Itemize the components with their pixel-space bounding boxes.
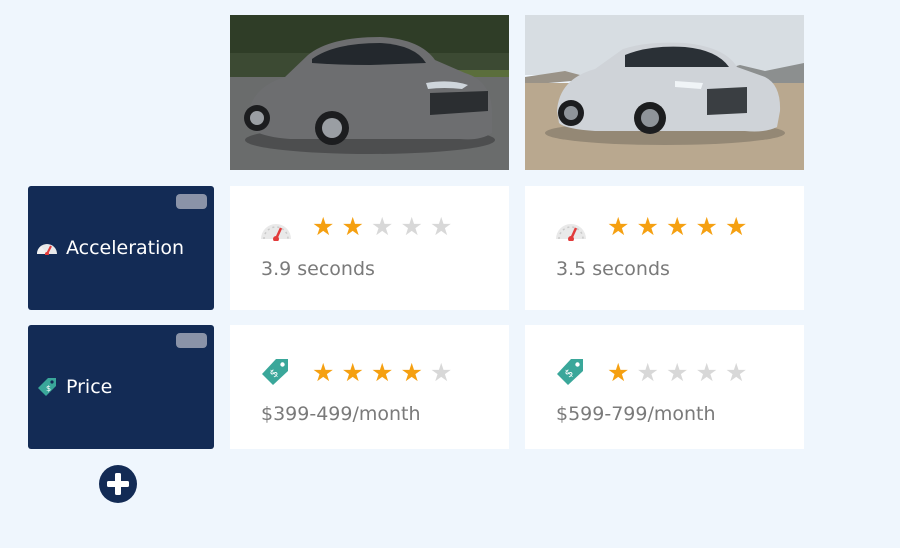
svg-text:$: $	[46, 384, 51, 393]
sportback-photo	[525, 15, 804, 170]
speedometer-icon	[37, 244, 57, 255]
star-filled-icon: ★	[666, 212, 689, 241]
price-tag-icon: $	[38, 378, 56, 396]
star-empty-icon: ★	[695, 358, 718, 387]
cell-price-car1: $ ★ ★ ★ ★ ★ $399-499/month	[230, 325, 509, 449]
rating-stars: ★ ★ ★ ★ ★	[607, 360, 755, 386]
row-label-acceleration: Acceleration	[28, 186, 214, 310]
row-label-text: Price	[66, 376, 113, 398]
cell-acceleration-car2: ★ ★ ★ ★ ★ 3.5 seconds	[525, 186, 804, 310]
row-label-price: $ Price	[28, 325, 214, 449]
cell-acceleration-car1: ★ ★ ★ ★ ★ 3.9 seconds	[230, 186, 509, 310]
price-tag-icon: $	[557, 359, 583, 385]
star-filled-icon: ★	[725, 212, 748, 241]
rating-stars: ★ ★ ★ ★ ★	[312, 214, 460, 240]
speedometer-icon	[261, 224, 291, 241]
rating-stars: ★ ★ ★ ★ ★	[607, 214, 755, 240]
cell-value: $599-799/month	[556, 403, 716, 425]
star-filled-icon: ★	[607, 212, 630, 241]
plus-icon	[107, 473, 129, 495]
star-filled-icon: ★	[312, 212, 335, 241]
star-filled-icon: ★	[607, 358, 630, 387]
row-toggle[interactable]	[176, 194, 207, 209]
star-empty-icon: ★	[725, 358, 748, 387]
speedometer-icon	[556, 224, 586, 241]
cell-value: 3.9 seconds	[261, 258, 375, 280]
add-row-button[interactable]	[99, 465, 137, 503]
star-empty-icon: ★	[636, 358, 659, 387]
car-photo-1	[230, 15, 509, 170]
star-filled-icon: ★	[400, 358, 423, 387]
row-toggle[interactable]	[176, 333, 207, 348]
star-filled-icon: ★	[636, 212, 659, 241]
price-tag-icon: $	[262, 359, 288, 385]
star-empty-icon: ★	[430, 358, 453, 387]
star-empty-icon: ★	[666, 358, 689, 387]
cell-price-car2: $ ★ ★ ★ ★ ★ $599-799/month	[525, 325, 804, 449]
cell-value: $399-499/month	[261, 403, 421, 425]
star-filled-icon: ★	[312, 358, 335, 387]
star-filled-icon: ★	[341, 212, 364, 241]
star-empty-icon: ★	[400, 212, 423, 241]
star-filled-icon: ★	[341, 358, 364, 387]
star-empty-icon: ★	[371, 212, 394, 241]
sedan-photo	[230, 15, 509, 170]
car-photo-2	[525, 15, 804, 170]
cell-value: 3.5 seconds	[556, 258, 670, 280]
row-label-text: Acceleration	[66, 237, 185, 259]
star-empty-icon: ★	[430, 212, 453, 241]
star-filled-icon: ★	[695, 212, 718, 241]
star-filled-icon: ★	[371, 358, 394, 387]
rating-stars: ★ ★ ★ ★ ★	[312, 360, 460, 386]
